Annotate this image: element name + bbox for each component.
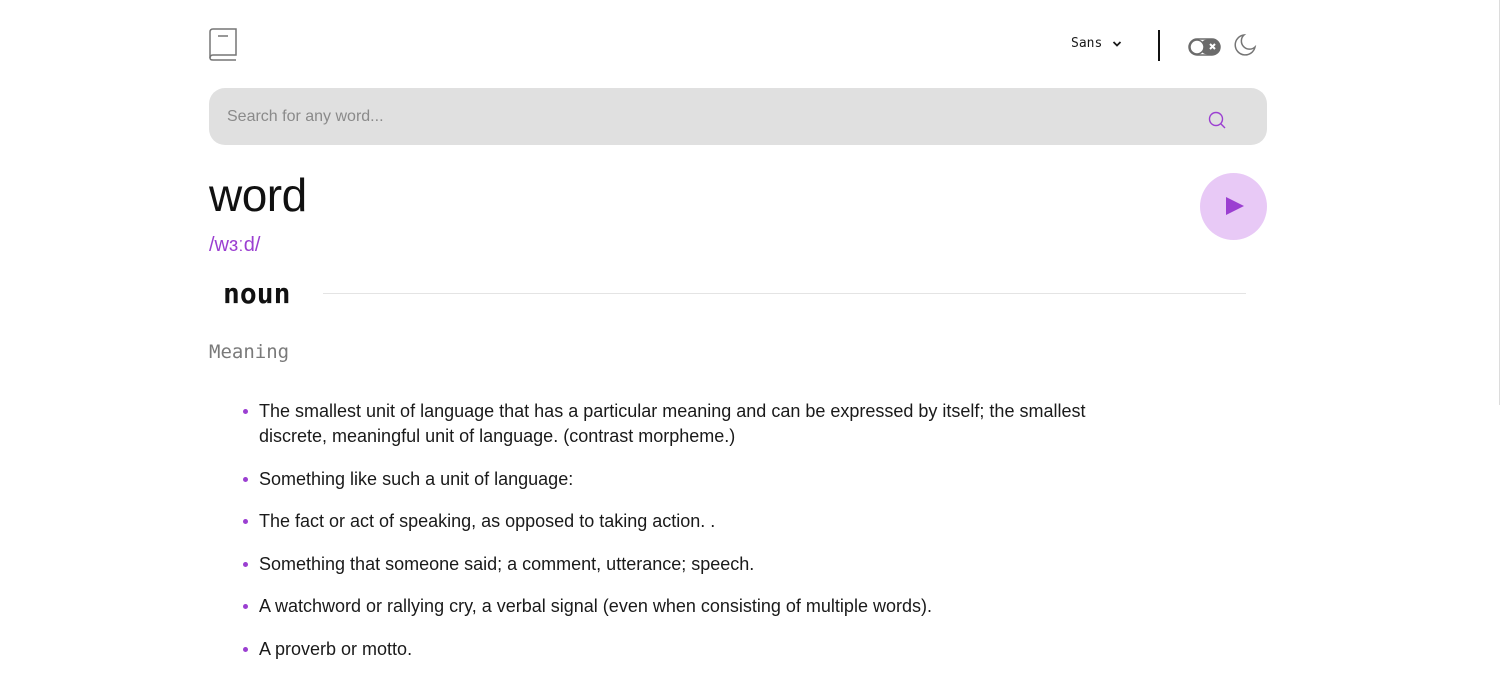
meaning-label: Meaning — [209, 341, 290, 363]
search-icon[interactable] — [1207, 110, 1227, 130]
definition-text: The fact or act of speaking, as opposed … — [259, 511, 716, 531]
definition-text: The smallest unit of language that has a… — [259, 401, 1086, 446]
bullet-icon — [243, 519, 248, 524]
word-title: word — [209, 169, 307, 221]
definition-text: Something like such a unit of language: — [259, 468, 574, 489]
bullet-icon — [243, 409, 248, 414]
definition-list: The smallest unit of language that has a… — [243, 399, 1123, 679]
font-select-value: Sans — [1071, 36, 1103, 51]
moon-icon[interactable] — [1233, 33, 1257, 57]
bullet-icon — [243, 561, 248, 567]
theme-toggle[interactable] — [1188, 38, 1221, 56]
search-bar — [209, 88, 1267, 145]
part-of-speech: noun — [223, 277, 291, 310]
definition-item: The fact or act of speaking, as opposed … — [243, 509, 1123, 534]
definition-item: Something like such a unit of language: — [243, 467, 1123, 492]
header: Sans — [209, 28, 1267, 64]
play-audio-button[interactable] — [1200, 173, 1267, 240]
definition-text: A watchword or rallying cry, a verbal si… — [259, 596, 932, 616]
definition-item: A proverb or motto. — [243, 637, 1123, 662]
definition-text: Something that someone said; a comment, … — [259, 553, 755, 574]
bullet-icon — [243, 646, 248, 652]
dictionary-app: Sans word /wɜːd/ noun Meaning — [209, 0, 1267, 695]
book-icon[interactable] — [209, 28, 237, 61]
section-divider — [323, 293, 1246, 294]
font-select[interactable]: Sans — [1071, 36, 1122, 51]
definition-item: Something that someone said; a comment, … — [243, 552, 1123, 577]
search-input[interactable] — [209, 88, 1189, 145]
definition-item: A watchword or rallying cry, a verbal si… — [243, 594, 1123, 619]
chevron-down-icon — [1113, 40, 1122, 47]
phonetic: /wɜːd/ — [209, 234, 261, 256]
bullet-icon — [243, 476, 248, 482]
definition-text: A proverb or motto. — [259, 638, 413, 659]
bullet-icon — [243, 604, 248, 609]
header-divider — [1158, 30, 1160, 61]
play-icon — [1226, 197, 1244, 215]
definition-item: The smallest unit of language that has a… — [243, 399, 1123, 449]
